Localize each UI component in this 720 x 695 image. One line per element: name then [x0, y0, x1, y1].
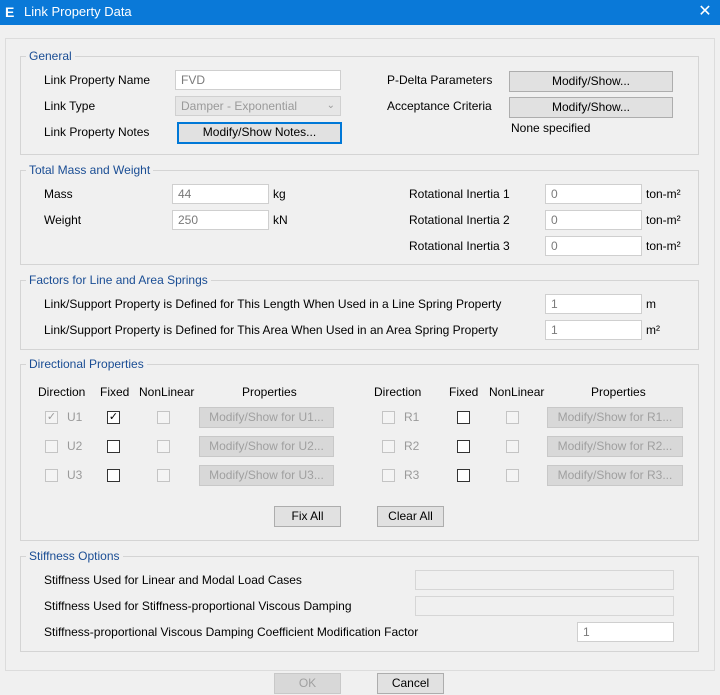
weight-label: Weight [44, 213, 82, 227]
right-properties-header: Properties [591, 385, 646, 399]
acceptance-status: None specified [511, 121, 591, 135]
r3-direction-checkbox[interactable] [382, 469, 395, 482]
stiffness-group-title: Stiffness Options [26, 549, 123, 563]
modify-show-u1-button[interactable]: Modify/Show for U1... [199, 407, 334, 428]
springs-group-title: Factors for Line and Area Springs [26, 273, 211, 287]
u2-nonlinear-checkbox[interactable] [157, 440, 170, 453]
clear-all-button[interactable]: Clear All [377, 506, 444, 527]
u3-direction-label: U3 [67, 468, 83, 482]
r1-nonlinear-checkbox[interactable] [506, 411, 519, 424]
u1-nonlinear-checkbox[interactable] [157, 411, 170, 424]
r1-direction-checkbox[interactable] [382, 411, 395, 424]
close-icon[interactable]: ✕ [698, 4, 712, 20]
u3-fixed-checkbox[interactable] [107, 469, 120, 482]
rotational-inertia-1-unit: ton-m² [646, 187, 681, 201]
left-properties-header: Properties [242, 385, 297, 399]
u1-fixed-checkbox[interactable]: ✓ [107, 411, 120, 424]
acceptance-modify-button[interactable]: Modify/Show... [509, 97, 673, 118]
r1-fixed-checkbox[interactable] [457, 411, 470, 424]
fix-all-button[interactable]: Fix All [274, 506, 341, 527]
cancel-button[interactable]: Cancel [377, 673, 444, 694]
rotational-inertia-3-label: Rotational Inertia 3 [409, 239, 510, 253]
stiffness-viscous-select[interactable] [415, 596, 674, 616]
general-group-title: General [26, 49, 75, 63]
link-type-select[interactable]: Damper - Exponential ⌄ [175, 96, 341, 116]
stiffness-coef-label: Stiffness-proportional Viscous Damping C… [44, 625, 419, 639]
window-title: Link Property Data [24, 4, 132, 19]
u2-direction-label: U2 [67, 439, 83, 453]
area-spring-label: Link/Support Property is Defined for Thi… [44, 323, 499, 337]
rotational-inertia-3-unit: ton-m² [646, 239, 681, 253]
directional-group-title: Directional Properties [26, 357, 147, 371]
weight-unit: kN [273, 213, 288, 227]
modify-show-u3-button[interactable]: Modify/Show for U3... [199, 465, 334, 486]
line-spring-input[interactable]: 1 [545, 294, 642, 314]
app-logo-icon: E [5, 4, 15, 20]
pdelta-modify-button[interactable]: Modify/Show... [509, 71, 673, 92]
mass-label: Mass [44, 187, 73, 201]
rotational-inertia-2-unit: ton-m² [646, 213, 681, 227]
title-bar: E Link Property Data ✕ [0, 0, 720, 25]
rotational-inertia-2-input[interactable]: 0 [545, 210, 642, 230]
u2-direction-checkbox[interactable] [45, 440, 58, 453]
stiffness-linear-select[interactable] [415, 570, 674, 590]
acceptance-criteria-label: Acceptance Criteria [387, 99, 492, 113]
modify-show-r3-button[interactable]: Modify/Show for R3... [547, 465, 683, 486]
left-direction-header: Direction [38, 385, 86, 399]
stiffness-coef-input[interactable]: 1 [577, 622, 674, 642]
stiffness-viscous-label: Stiffness Used for Stiffness-proportiona… [44, 599, 352, 613]
rotational-inertia-1-input[interactable]: 0 [545, 184, 642, 204]
u3-nonlinear-checkbox[interactable] [157, 469, 170, 482]
right-fixed-header: Fixed [449, 385, 479, 399]
chevron-down-icon: ⌄ [326, 100, 335, 111]
pdelta-parameters-label: P-Delta Parameters [387, 73, 493, 87]
r3-direction-label: R3 [404, 468, 420, 482]
line-spring-label: Link/Support Property is Defined for Thi… [44, 297, 502, 311]
rotational-inertia-1-label: Rotational Inertia 1 [409, 187, 510, 201]
u1-direction-checkbox[interactable]: ✓ [45, 411, 58, 424]
r2-fixed-checkbox[interactable] [457, 440, 470, 453]
modify-show-notes-button[interactable]: Modify/Show Notes... [177, 122, 342, 144]
right-nonlinear-header: NonLinear [489, 385, 545, 399]
rotational-inertia-3-input[interactable]: 0 [545, 236, 642, 256]
modify-show-r1-button[interactable]: Modify/Show for R1... [547, 407, 683, 428]
r3-nonlinear-checkbox[interactable] [506, 469, 519, 482]
right-direction-header: Direction [374, 385, 422, 399]
area-spring-unit: m² [646, 323, 660, 337]
link-property-name-input[interactable]: FVD [175, 70, 341, 90]
u1-direction-label: U1 [67, 410, 83, 424]
left-nonlinear-header: NonLinear [139, 385, 195, 399]
link-property-notes-label: Link Property Notes [44, 125, 150, 139]
r1-direction-label: R1 [404, 410, 420, 424]
mass-unit: kg [273, 187, 286, 201]
modify-show-u2-button[interactable]: Modify/Show for U2... [199, 436, 334, 457]
line-spring-unit: m [646, 297, 656, 311]
r2-direction-checkbox[interactable] [382, 440, 395, 453]
r2-nonlinear-checkbox[interactable] [506, 440, 519, 453]
left-fixed-header: Fixed [100, 385, 130, 399]
mass-weight-group-title: Total Mass and Weight [26, 163, 154, 177]
r2-direction-label: R2 [404, 439, 420, 453]
ok-button[interactable]: OK [274, 673, 341, 694]
rotational-inertia-2-label: Rotational Inertia 2 [409, 213, 510, 227]
weight-input[interactable]: 250 [172, 210, 269, 230]
u2-fixed-checkbox[interactable] [107, 440, 120, 453]
mass-input[interactable]: 44 [172, 184, 269, 204]
u3-direction-checkbox[interactable] [45, 469, 58, 482]
link-type-value: Damper - Exponential [181, 99, 298, 113]
r3-fixed-checkbox[interactable] [457, 469, 470, 482]
link-type-label: Link Type [44, 99, 96, 113]
stiffness-linear-label: Stiffness Used for Linear and Modal Load… [44, 573, 302, 587]
link-property-name-label: Link Property Name [44, 73, 151, 87]
area-spring-input[interactable]: 1 [545, 320, 642, 340]
modify-show-r2-button[interactable]: Modify/Show for R2... [547, 436, 683, 457]
